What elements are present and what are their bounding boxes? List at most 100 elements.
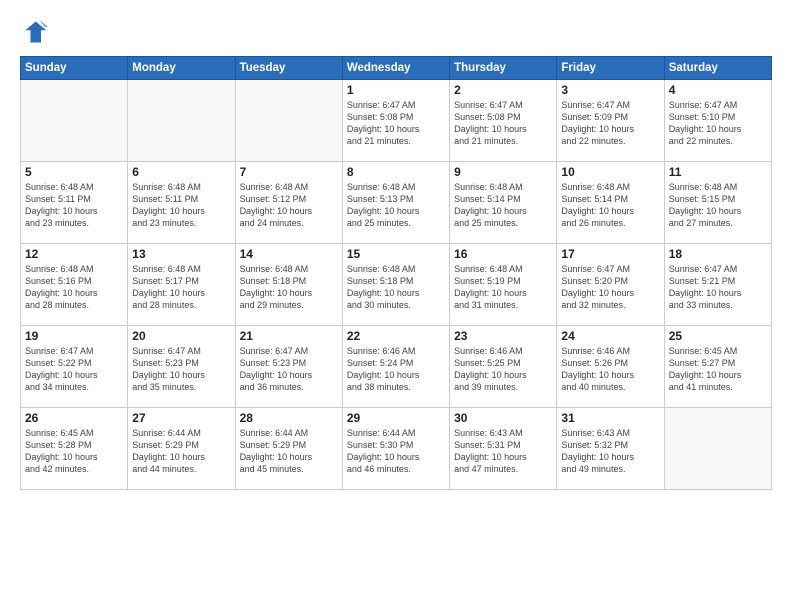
calendar-cell: 13 Sunrise: 6:48 AM Sunset: 5:17 PM Dayli… bbox=[128, 244, 235, 326]
day-number: 3 bbox=[561, 83, 659, 97]
weekday-header-monday: Monday bbox=[128, 57, 235, 80]
calendar-cell: 19Sunrise: 6:47 AM Sunset: 5:22 PM Dayli… bbox=[21, 326, 128, 408]
day-number: 14 bbox=[240, 247, 338, 261]
day-number: 5 bbox=[25, 165, 123, 179]
calendar-header: SundayMondayTuesdayWednesdayThursdayFrid… bbox=[21, 57, 772, 80]
day-info: Sunrise: 6:48 AM Sunset: 5:16 PM Dayligh… bbox=[25, 263, 123, 312]
weekday-header-friday: Friday bbox=[557, 57, 664, 80]
day-info: Sunrise: 6:47 AM Sunset: 5:23 PM Dayligh… bbox=[240, 345, 338, 394]
day-number: 6 bbox=[132, 165, 230, 179]
day-number: 2 bbox=[454, 83, 552, 97]
weekday-header-saturday: Saturday bbox=[664, 57, 771, 80]
day-number: 23 bbox=[454, 329, 552, 343]
calendar-cell bbox=[128, 80, 235, 162]
calendar-cell: 9Sunrise: 6:48 AM Sunset: 5:14 PM Daylig… bbox=[450, 162, 557, 244]
week-row-3: 12 Sunrise: 6:48 AM Sunset: 5:16 PM Dayli… bbox=[21, 244, 772, 326]
calendar-cell: 20 Sunrise: 6:47 AM Sunset: 5:23 PM Dayli… bbox=[128, 326, 235, 408]
calendar-cell: 30 Sunrise: 6:43 AM Sunset: 5:31 PM Dayli… bbox=[450, 408, 557, 490]
day-info: Sunrise: 6:48 AM Sunset: 5:19 PM Dayligh… bbox=[454, 263, 552, 312]
calendar-cell bbox=[21, 80, 128, 162]
day-info: Sunrise: 6:47 AM Sunset: 5:09 PM Dayligh… bbox=[561, 99, 659, 148]
day-info: Sunrise: 6:44 AM Sunset: 5:29 PM Dayligh… bbox=[132, 427, 230, 476]
day-number: 7 bbox=[240, 165, 338, 179]
calendar-cell bbox=[235, 80, 342, 162]
day-number: 20 bbox=[132, 329, 230, 343]
day-number: 30 bbox=[454, 411, 552, 425]
calendar-cell: 10 Sunrise: 6:48 AM Sunset: 5:14 PM Dayli… bbox=[557, 162, 664, 244]
week-row-1: 1Sunrise: 6:47 AM Sunset: 5:08 PM Daylig… bbox=[21, 80, 772, 162]
day-number: 10 bbox=[561, 165, 659, 179]
calendar-cell: 12 Sunrise: 6:48 AM Sunset: 5:16 PM Dayli… bbox=[21, 244, 128, 326]
calendar-cell: 5 Sunrise: 6:48 AM Sunset: 5:11 PM Daylig… bbox=[21, 162, 128, 244]
calendar-cell: 4Sunrise: 6:47 AM Sunset: 5:10 PM Daylig… bbox=[664, 80, 771, 162]
calendar-cell: 24 Sunrise: 6:46 AM Sunset: 5:26 PM Dayli… bbox=[557, 326, 664, 408]
day-number: 17 bbox=[561, 247, 659, 261]
day-info: Sunrise: 6:43 AM Sunset: 5:32 PM Dayligh… bbox=[561, 427, 659, 476]
calendar: SundayMondayTuesdayWednesdayThursdayFrid… bbox=[20, 56, 772, 490]
day-info: Sunrise: 6:48 AM Sunset: 5:15 PM Dayligh… bbox=[669, 181, 767, 230]
day-number: 8 bbox=[347, 165, 445, 179]
calendar-cell: 22 Sunrise: 6:46 AM Sunset: 5:24 PM Dayli… bbox=[342, 326, 449, 408]
day-info: Sunrise: 6:48 AM Sunset: 5:11 PM Dayligh… bbox=[132, 181, 230, 230]
day-info: Sunrise: 6:45 AM Sunset: 5:27 PM Dayligh… bbox=[669, 345, 767, 394]
day-info: Sunrise: 6:47 AM Sunset: 5:08 PM Dayligh… bbox=[454, 99, 552, 148]
calendar-body: 1Sunrise: 6:47 AM Sunset: 5:08 PM Daylig… bbox=[21, 80, 772, 490]
week-row-4: 19Sunrise: 6:47 AM Sunset: 5:22 PM Dayli… bbox=[21, 326, 772, 408]
day-number: 13 bbox=[132, 247, 230, 261]
calendar-cell: 1Sunrise: 6:47 AM Sunset: 5:08 PM Daylig… bbox=[342, 80, 449, 162]
day-info: Sunrise: 6:48 AM Sunset: 5:14 PM Dayligh… bbox=[561, 181, 659, 230]
calendar-cell: 25 Sunrise: 6:45 AM Sunset: 5:27 PM Dayli… bbox=[664, 326, 771, 408]
logo bbox=[20, 18, 52, 46]
day-number: 4 bbox=[669, 83, 767, 97]
calendar-cell: 31 Sunrise: 6:43 AM Sunset: 5:32 PM Dayli… bbox=[557, 408, 664, 490]
weekday-header-wednesday: Wednesday bbox=[342, 57, 449, 80]
day-info: Sunrise: 6:48 AM Sunset: 5:18 PM Dayligh… bbox=[240, 263, 338, 312]
day-info: Sunrise: 6:47 AM Sunset: 5:08 PM Dayligh… bbox=[347, 99, 445, 148]
calendar-cell bbox=[664, 408, 771, 490]
day-number: 28 bbox=[240, 411, 338, 425]
calendar-cell: 7 Sunrise: 6:48 AM Sunset: 5:12 PM Daylig… bbox=[235, 162, 342, 244]
day-info: Sunrise: 6:46 AM Sunset: 5:24 PM Dayligh… bbox=[347, 345, 445, 394]
day-number: 31 bbox=[561, 411, 659, 425]
calendar-cell: 27 Sunrise: 6:44 AM Sunset: 5:29 PM Dayli… bbox=[128, 408, 235, 490]
day-number: 27 bbox=[132, 411, 230, 425]
week-row-2: 5 Sunrise: 6:48 AM Sunset: 5:11 PM Daylig… bbox=[21, 162, 772, 244]
day-info: Sunrise: 6:46 AM Sunset: 5:26 PM Dayligh… bbox=[561, 345, 659, 394]
logo-icon bbox=[20, 18, 48, 46]
weekday-header-sunday: Sunday bbox=[21, 57, 128, 80]
calendar-cell: 26 Sunrise: 6:45 AM Sunset: 5:28 PM Dayli… bbox=[21, 408, 128, 490]
day-info: Sunrise: 6:48 AM Sunset: 5:11 PM Dayligh… bbox=[25, 181, 123, 230]
calendar-cell: 21 Sunrise: 6:47 AM Sunset: 5:23 PM Dayli… bbox=[235, 326, 342, 408]
week-row-5: 26 Sunrise: 6:45 AM Sunset: 5:28 PM Dayli… bbox=[21, 408, 772, 490]
calendar-cell: 18 Sunrise: 6:47 AM Sunset: 5:21 PM Dayli… bbox=[664, 244, 771, 326]
calendar-cell: 15Sunrise: 6:48 AM Sunset: 5:18 PM Dayli… bbox=[342, 244, 449, 326]
day-number: 25 bbox=[669, 329, 767, 343]
day-number: 24 bbox=[561, 329, 659, 343]
weekday-header-tuesday: Tuesday bbox=[235, 57, 342, 80]
day-info: Sunrise: 6:47 AM Sunset: 5:21 PM Dayligh… bbox=[669, 263, 767, 312]
calendar-cell: 29Sunrise: 6:44 AM Sunset: 5:30 PM Dayli… bbox=[342, 408, 449, 490]
day-number: 26 bbox=[25, 411, 123, 425]
day-number: 19 bbox=[25, 329, 123, 343]
day-info: Sunrise: 6:48 AM Sunset: 5:14 PM Dayligh… bbox=[454, 181, 552, 230]
day-info: Sunrise: 6:48 AM Sunset: 5:13 PM Dayligh… bbox=[347, 181, 445, 230]
page: SundayMondayTuesdayWednesdayThursdayFrid… bbox=[0, 0, 792, 612]
calendar-cell: 2 Sunrise: 6:47 AM Sunset: 5:08 PM Daylig… bbox=[450, 80, 557, 162]
day-info: Sunrise: 6:46 AM Sunset: 5:25 PM Dayligh… bbox=[454, 345, 552, 394]
day-number: 18 bbox=[669, 247, 767, 261]
day-info: Sunrise: 6:45 AM Sunset: 5:28 PM Dayligh… bbox=[25, 427, 123, 476]
day-number: 29 bbox=[347, 411, 445, 425]
calendar-cell: 28 Sunrise: 6:44 AM Sunset: 5:29 PM Dayli… bbox=[235, 408, 342, 490]
calendar-cell: 8 Sunrise: 6:48 AM Sunset: 5:13 PM Daylig… bbox=[342, 162, 449, 244]
day-info: Sunrise: 6:47 AM Sunset: 5:23 PM Dayligh… bbox=[132, 345, 230, 394]
day-info: Sunrise: 6:48 AM Sunset: 5:12 PM Dayligh… bbox=[240, 181, 338, 230]
calendar-cell: 6 Sunrise: 6:48 AM Sunset: 5:11 PM Daylig… bbox=[128, 162, 235, 244]
calendar-cell: 11Sunrise: 6:48 AM Sunset: 5:15 PM Dayli… bbox=[664, 162, 771, 244]
day-number: 12 bbox=[25, 247, 123, 261]
day-info: Sunrise: 6:48 AM Sunset: 5:17 PM Dayligh… bbox=[132, 263, 230, 312]
day-number: 22 bbox=[347, 329, 445, 343]
day-number: 21 bbox=[240, 329, 338, 343]
day-info: Sunrise: 6:44 AM Sunset: 5:29 PM Dayligh… bbox=[240, 427, 338, 476]
header bbox=[20, 18, 772, 46]
day-info: Sunrise: 6:43 AM Sunset: 5:31 PM Dayligh… bbox=[454, 427, 552, 476]
